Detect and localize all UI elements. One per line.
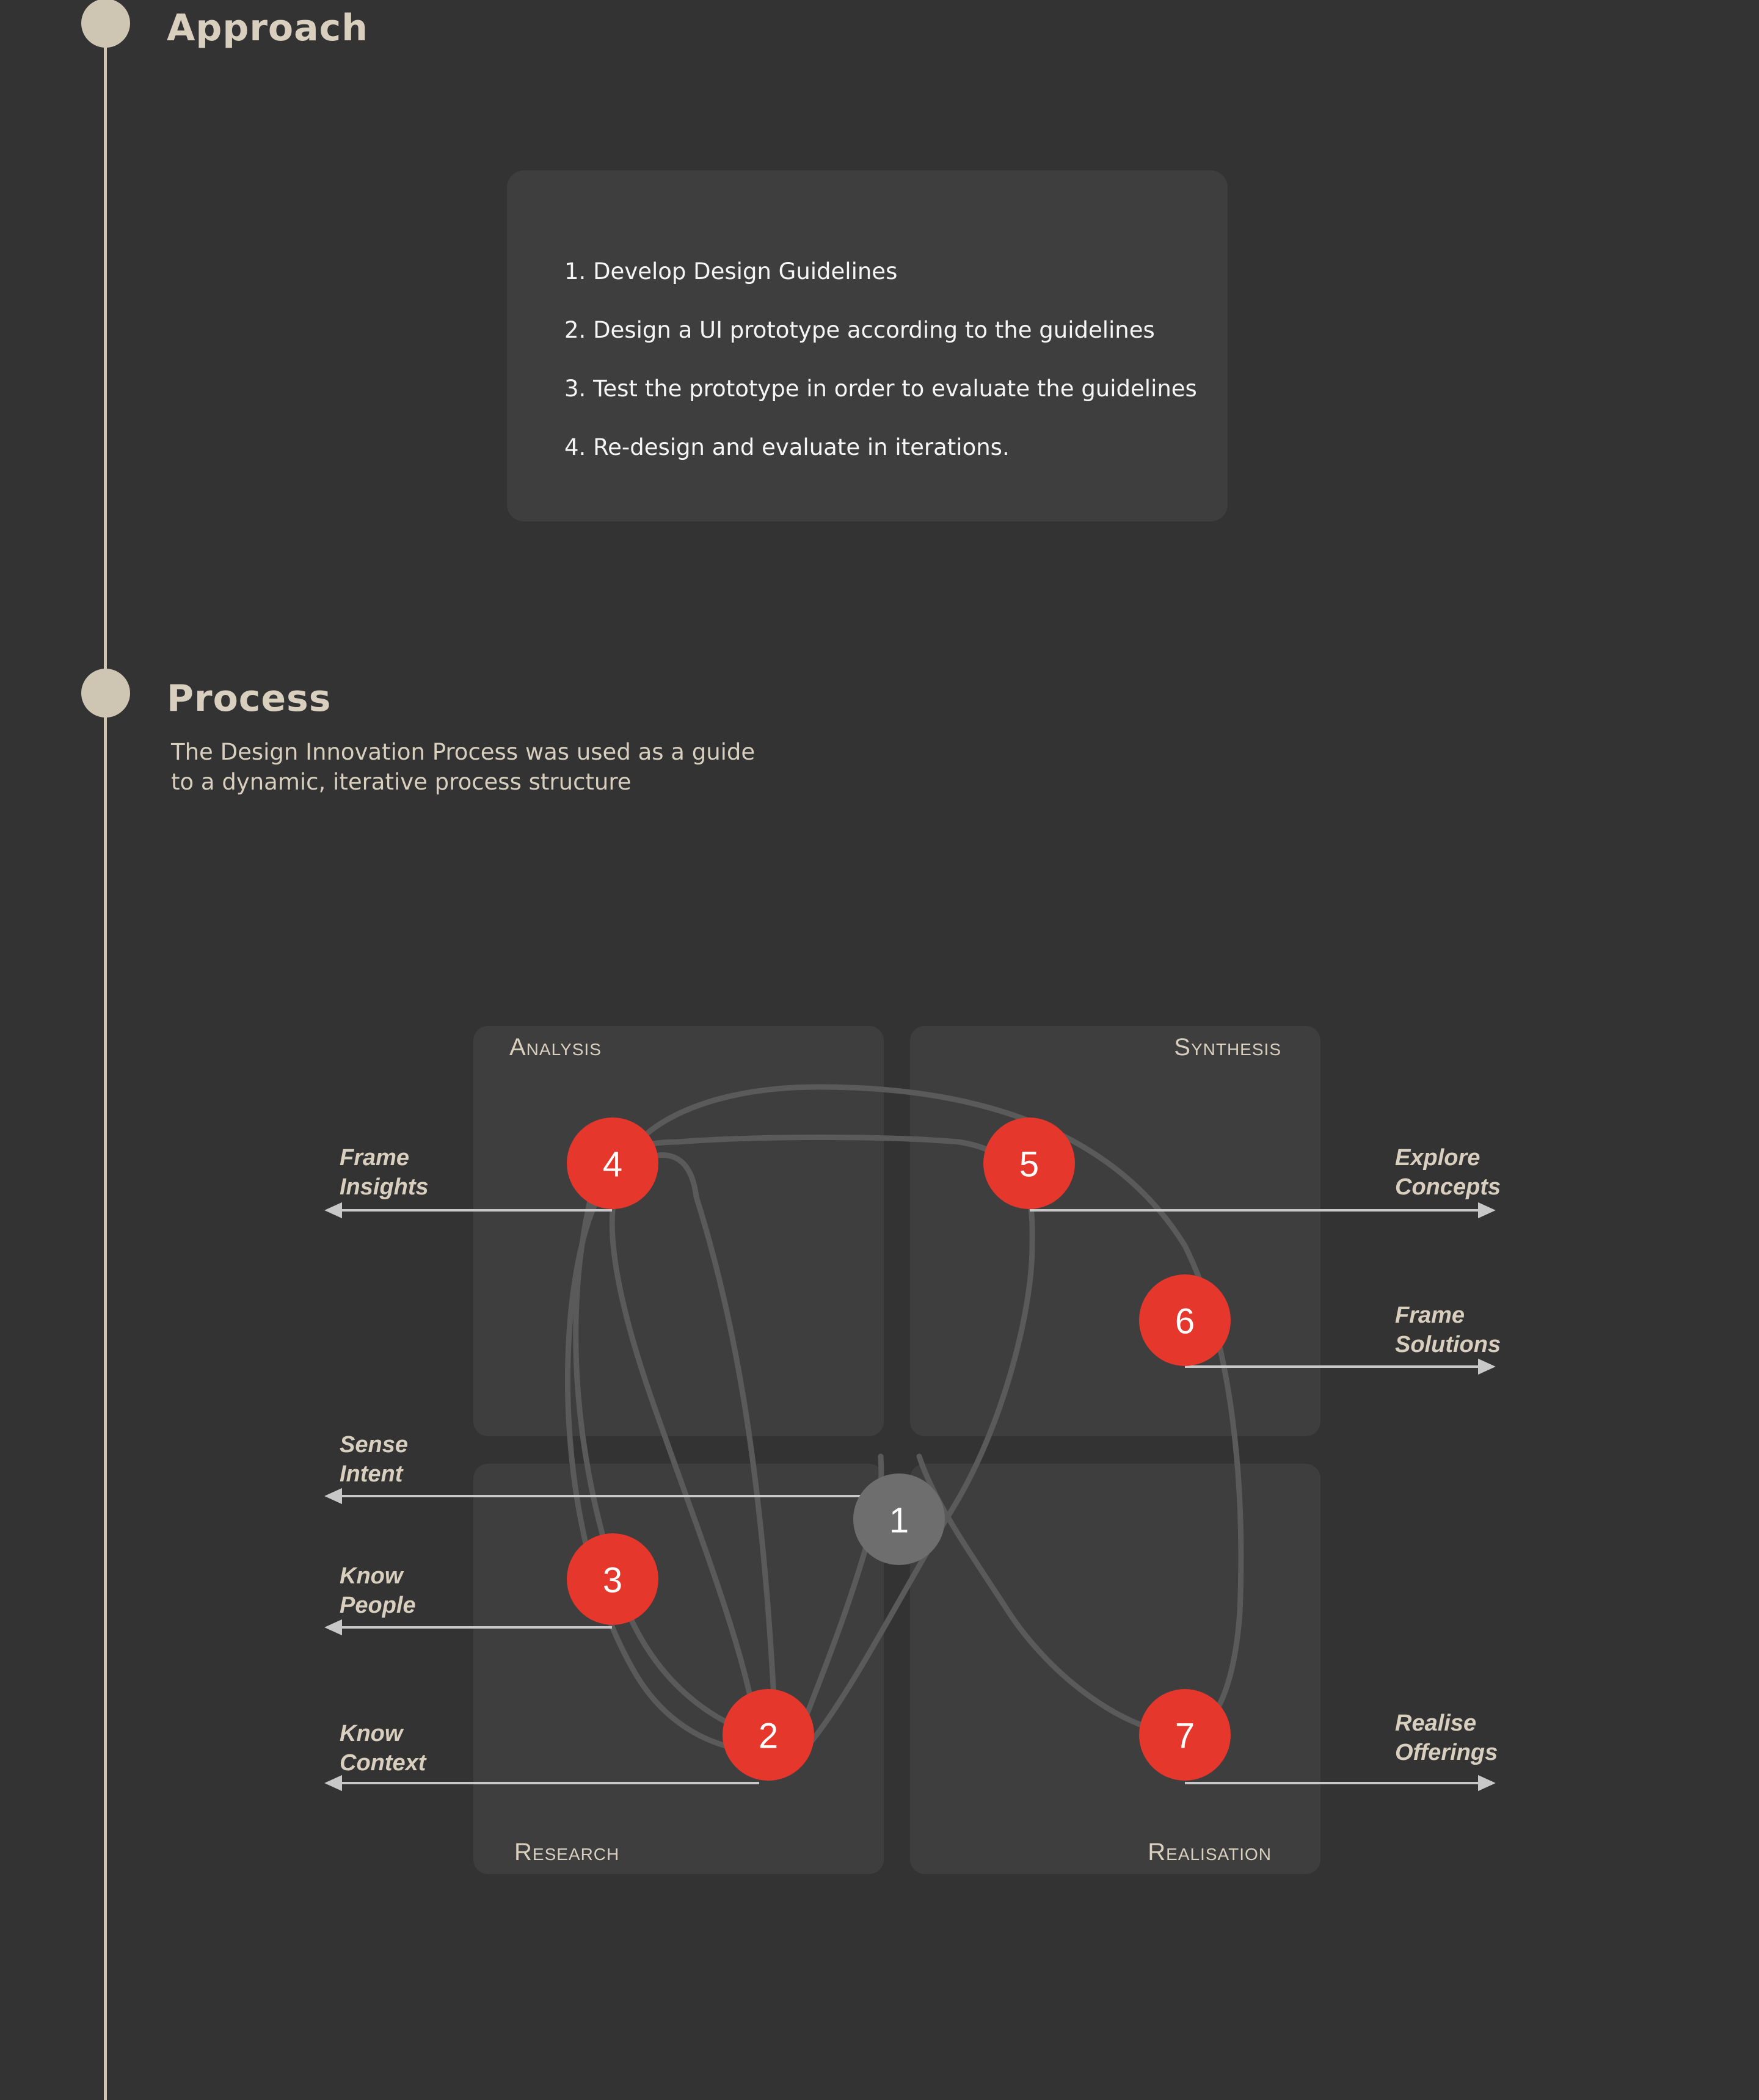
label-line: Know <box>340 1721 404 1746</box>
node-7: 7 <box>1139 1689 1231 1781</box>
quadrant-synthesis <box>910 1026 1320 1436</box>
node-1: 1 <box>853 1473 945 1565</box>
quadrant-label-analysis: Analysis <box>509 1034 602 1061</box>
node-6: 6 <box>1139 1274 1231 1366</box>
label-line: Explore <box>1395 1145 1480 1171</box>
arrowhead-know-people <box>324 1619 342 1636</box>
node-3-label: 3 <box>603 1561 622 1600</box>
arrowhead-frame-solutions <box>1478 1358 1496 1375</box>
label-frame-insights: Frame Insights <box>340 1145 429 1200</box>
label-realise-offerings: Realise Offerings <box>1395 1710 1498 1765</box>
arrowhead-frame-insights <box>324 1202 342 1219</box>
label-know-people: Know People <box>340 1563 416 1618</box>
label-sense-intent: Sense Intent <box>340 1432 415 1487</box>
quadrant-realisation <box>910 1464 1320 1874</box>
node-3: 3 <box>567 1533 658 1625</box>
label-line: Solutions <box>1395 1332 1501 1357</box>
label-line: Concepts <box>1395 1174 1501 1200</box>
node-4-label: 4 <box>603 1145 622 1185</box>
label-line: Frame <box>340 1145 409 1171</box>
label-line: Offerings <box>1395 1740 1498 1765</box>
label-explore-concepts: Explore Concepts <box>1395 1145 1501 1200</box>
label-line: People <box>340 1593 416 1618</box>
quadrant-label-research: Research <box>514 1839 619 1866</box>
label-line: Insights <box>340 1174 429 1200</box>
node-4: 4 <box>567 1117 658 1209</box>
arrowhead-realise-offerings <box>1478 1775 1496 1792</box>
label-line: Realise <box>1395 1710 1476 1736</box>
node-2: 2 <box>723 1689 814 1781</box>
arrowhead-explore-concepts <box>1478 1202 1496 1219</box>
quadrant-label-realisation: Realisation <box>1148 1839 1272 1866</box>
node-5-label: 5 <box>1019 1145 1039 1185</box>
node-7-label: 7 <box>1175 1717 1195 1756</box>
node-1-label: 1 <box>889 1501 909 1541</box>
node-2-label: 2 <box>759 1717 778 1756</box>
arrowhead-know-context <box>324 1775 342 1792</box>
label-line: Know <box>340 1563 404 1589</box>
node-6-label: 6 <box>1175 1302 1195 1342</box>
design-innovation-process-diagram: Analysis Synthesis Research Realisation … <box>324 1026 1501 1874</box>
quadrant-label-synthesis: Synthesis <box>1174 1034 1281 1061</box>
label-line: Context <box>340 1750 427 1776</box>
arrowhead-sense-intent <box>324 1488 342 1505</box>
label-frame-solutions: Frame Solutions <box>1395 1303 1501 1357</box>
node-5: 5 <box>983 1117 1075 1209</box>
label-know-context: Know Context <box>340 1721 427 1776</box>
label-line: Intent <box>340 1461 404 1487</box>
label-line: Frame <box>1395 1303 1465 1328</box>
label-line: Sense <box>340 1432 408 1458</box>
